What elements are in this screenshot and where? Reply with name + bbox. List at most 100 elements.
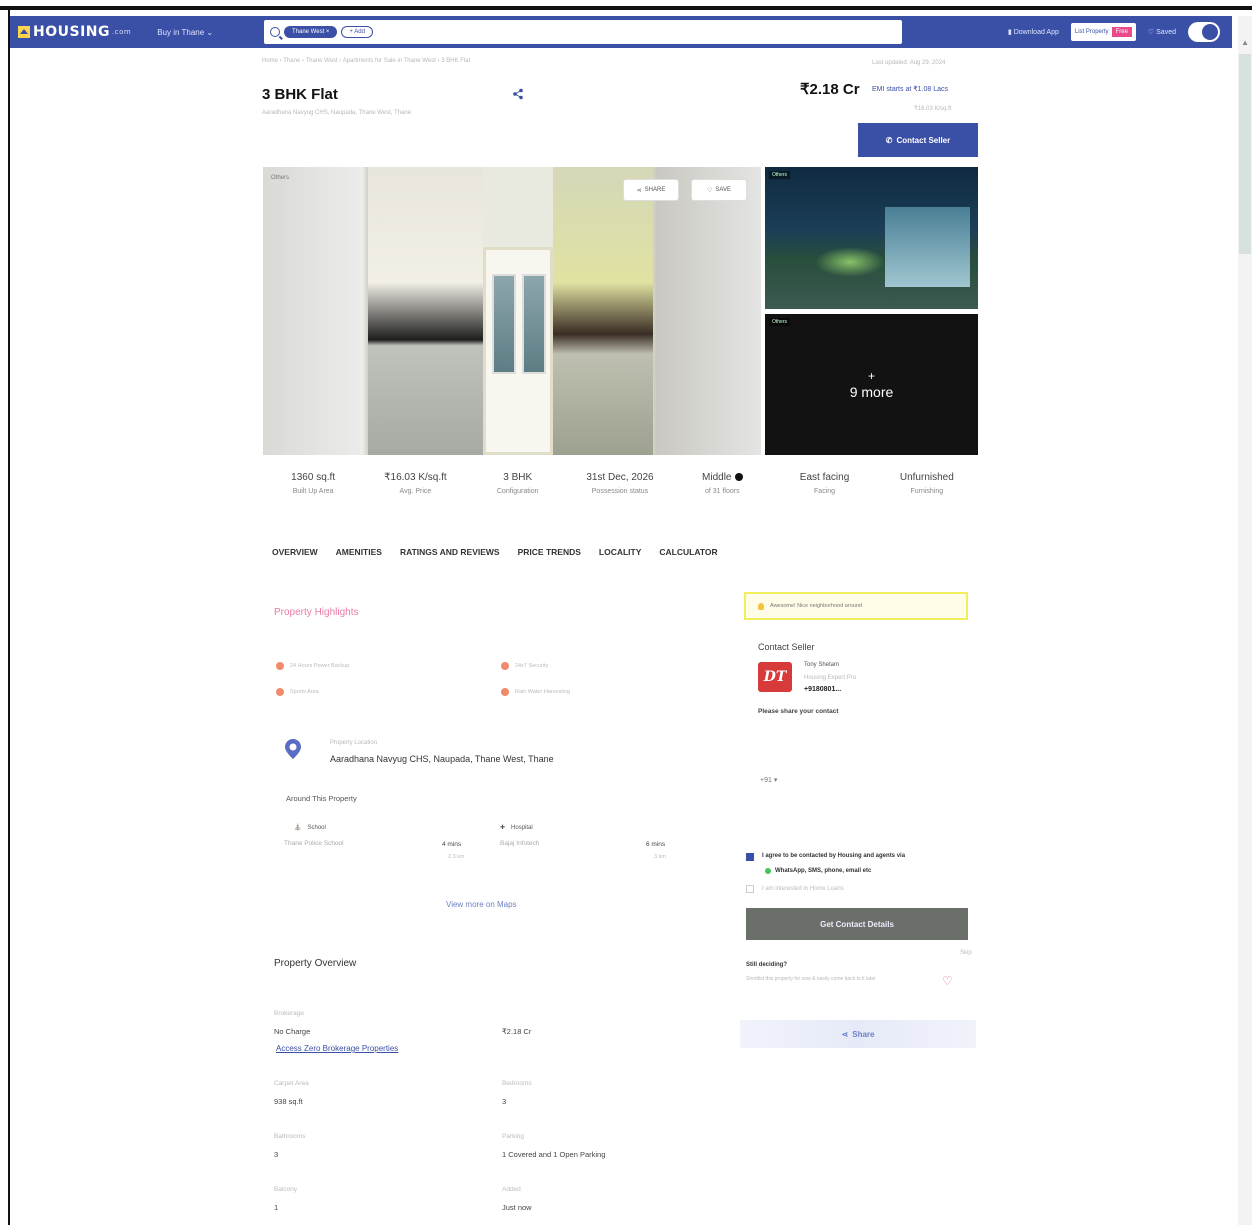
kitchen-cabinet-right	[553, 167, 653, 455]
poi-type: School	[307, 824, 326, 831]
stat-label: Avg. Price	[399, 488, 432, 495]
home-loan-checkbox[interactable]	[746, 885, 754, 893]
stat-facing: East facing Facing	[773, 472, 875, 497]
download-app-label: Download App	[1013, 29, 1059, 36]
overview-price-value: ₹2.18 Cr	[502, 1027, 532, 1036]
tab-ratings[interactable]: RATINGS AND REVIEWS	[400, 547, 500, 557]
property-price: ₹2.18 Cr	[800, 81, 860, 98]
whatsapp-icon	[765, 868, 771, 874]
city-label: Buy in Thane	[157, 27, 205, 37]
home-loan-row[interactable]: I am interested in Home Loans	[746, 885, 844, 893]
tab-locality[interactable]: LOCALITY	[599, 547, 642, 557]
brokerage-value: No Charge	[274, 1027, 311, 1036]
heart-icon[interactable]: ♡	[942, 974, 953, 988]
breadcrumb[interactable]: Home › Thane › Thane West › Apartments f…	[262, 58, 470, 64]
stat-built-up-area: 1360 sq.ft Built Up Area	[262, 472, 364, 497]
stat-label: of 31 floors	[704, 488, 740, 495]
skip-link[interactable]: Skip	[960, 950, 972, 956]
tab-amenities[interactable]: AMENITIES	[336, 547, 382, 557]
stat-label: Configuration	[496, 488, 539, 495]
agree-checkbox-row[interactable]: I agree to be contacted by Housing and a…	[746, 853, 905, 861]
scroll-thumb[interactable]	[1239, 54, 1251, 254]
saved-label: Saved	[1156, 29, 1176, 36]
neighborhood-banner: Awesome! Nice neighborhood around	[744, 592, 968, 620]
city-dropdown[interactable]: Buy in Thane ⌄	[157, 28, 213, 37]
carpet-area-value: 938 sq.ft	[274, 1097, 303, 1106]
door-pane-left	[492, 274, 516, 374]
get-contact-details-button[interactable]: Get Contact Details	[746, 908, 968, 940]
location-pin-icon	[285, 739, 301, 759]
stat-value: East facing	[799, 472, 850, 483]
profile-menu[interactable]	[1188, 22, 1220, 42]
poi-name: Thane Police School	[284, 840, 344, 847]
price-per-sqft: ₹16.03 K/sq.ft	[914, 106, 952, 112]
highlight-label: 24 Hours Power Backup	[290, 663, 350, 669]
added-label: Added	[502, 1186, 521, 1193]
housing-logo[interactable]: HOUSING .com	[18, 24, 131, 40]
list-property-button[interactable]: List Property Free	[1070, 23, 1136, 41]
seller-name: Tony Shetam	[804, 662, 840, 668]
poi-type: Hospital	[511, 824, 533, 831]
agree-text: I agree to be contacted by Housing and a…	[762, 853, 906, 859]
heart-icon: ♡	[707, 187, 713, 194]
tab-price-trends[interactable]: PRICE TRENDS	[518, 547, 581, 557]
tab-calculator[interactable]: CALCULATOR	[659, 547, 717, 557]
poi-time: 6 mins	[646, 841, 666, 848]
highlight-item: 24 Hours Power Backup	[276, 662, 349, 670]
poi-name: Bajaj Infotech	[500, 840, 540, 847]
highlight-item: Sports Area	[276, 688, 319, 696]
highlight-dot-icon	[276, 688, 284, 696]
share-label: Share	[852, 1029, 875, 1039]
heart-icon: ♡	[1147, 29, 1155, 36]
property-address: Aaradhana Navyug CHS, Naupada, Thane Wes…	[262, 110, 412, 116]
country-code-select[interactable]: +91 ▾	[760, 776, 777, 784]
tab-overview[interactable]: OVERVIEW	[272, 547, 318, 557]
more-photos-tile[interactable]: Others + 9 more	[765, 314, 978, 455]
highlight-dot-icon	[501, 688, 509, 696]
download-app-link[interactable]: ▮ Download App	[1008, 28, 1059, 36]
phone-icon: ✆	[885, 135, 893, 145]
stat-floor: Middle of 31 floors	[671, 472, 773, 497]
more-photos-label: 9 more	[849, 383, 894, 400]
added-value: Just now	[502, 1203, 532, 1212]
share-icon[interactable]	[512, 88, 524, 100]
photo-share-button[interactable]: ⋖ SHARE	[623, 179, 679, 201]
view-maps-link[interactable]: View more on Maps	[446, 900, 517, 909]
zero-brokerage-link[interactable]: Access Zero Brokerage Properties	[276, 1044, 398, 1053]
light-glow	[815, 247, 885, 277]
page-scrollbar[interactable]: ▲	[1238, 16, 1252, 1225]
highlight-item: Rain Water Harvesting	[501, 688, 570, 696]
contact-seller-label: Contact Seller	[896, 135, 951, 145]
search-input[interactable]: Thane West × + Add	[264, 20, 902, 44]
scroll-up-icon[interactable]: ▲	[1241, 38, 1249, 47]
saved-link[interactable]: ♡ Saved	[1148, 28, 1176, 36]
bedrooms-value: 3	[502, 1097, 507, 1106]
stat-value: Unfurnished	[899, 472, 954, 483]
page-title: 3 BHK Flat	[262, 86, 338, 103]
photo-tag: Others	[769, 171, 791, 179]
search-chip-locality[interactable]: Thane West ×	[284, 26, 338, 38]
seller-avatar: DT	[758, 662, 792, 692]
section-tabs: OVERVIEW AMENITIES RATINGS AND REVIEWS P…	[272, 547, 718, 557]
main-photo[interactable]: Others ⋖ SHARE ♡ SAVE	[263, 167, 761, 455]
photo-save-button[interactable]: ♡ SAVE	[691, 179, 747, 201]
home-loan-text: I am interested in Home Loans	[762, 886, 844, 892]
share-button[interactable]: ⋖ Share	[740, 1020, 976, 1048]
add-locality-button[interactable]: + Add	[341, 26, 373, 38]
share-contact-prompt: Please share your contact	[758, 708, 839, 715]
contact-seller-button[interactable]: ✆ Contact Seller	[858, 123, 978, 157]
neighborhood-text: Awesome! Nice neighborhood around	[770, 603, 862, 609]
stat-value: 3 BHK	[503, 472, 533, 483]
hospital-icon: ✚	[500, 825, 506, 831]
poi-distance: 3 km	[654, 854, 666, 860]
emi-link[interactable]: EMI starts at ₹1.08 Lacs	[872, 85, 948, 93]
photo-tag: Others	[271, 175, 290, 181]
bulb-icon	[758, 602, 764, 610]
photo-thumbnail[interactable]: Others	[765, 167, 978, 309]
bedrooms-label: Bedrooms	[502, 1080, 532, 1087]
avatar-icon	[1202, 24, 1218, 40]
list-property-label: List Property	[1074, 29, 1109, 35]
parking-value: 1 Covered and 1 Open Parking	[502, 1150, 606, 1159]
agree-checkbox[interactable]	[746, 853, 754, 861]
info-icon[interactable]	[734, 473, 743, 482]
